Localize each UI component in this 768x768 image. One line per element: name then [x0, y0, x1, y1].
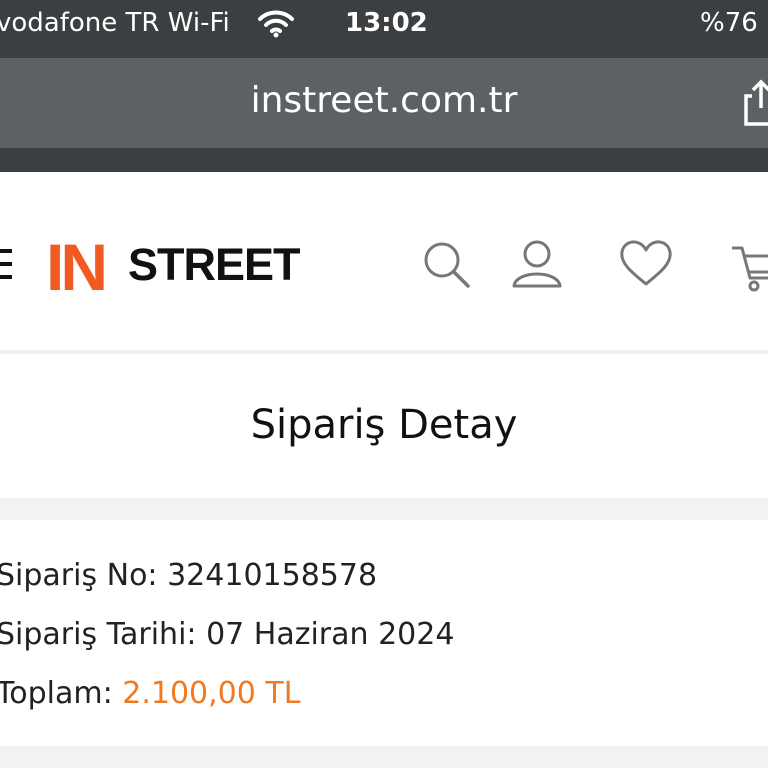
order-date-row: Sipariş Tarihi: 07 Haziran 2024 — [0, 617, 454, 652]
battery-level: %76 — [700, 8, 758, 38]
site-header: IN STREET — [0, 172, 768, 350]
order-total-row: Toplam: 2.100,00 TL — [0, 676, 300, 711]
order-number-label: Sipariş No: — [0, 558, 158, 593]
url-text[interactable]: instreet.com.tr — [0, 80, 768, 121]
logo-in[interactable]: IN — [46, 234, 108, 300]
order-summary-card: Sipariş No: 32410158578 Sipariş Tarihi: … — [0, 520, 768, 746]
user-icon[interactable] — [506, 234, 566, 294]
clock: 13:02 — [345, 8, 428, 38]
browser-divider — [0, 148, 768, 172]
status-bar: vodafone TR Wi-Fi 13:02 %76 — [0, 0, 768, 58]
order-number-row: Sipariş No: 32410158578 — [0, 558, 377, 593]
order-date-label: Sipariş Tarihi: — [0, 617, 197, 652]
wifi-icon — [258, 8, 294, 42]
logo-street[interactable]: STREET — [128, 242, 301, 287]
menu-icon[interactable] — [0, 247, 14, 287]
heart-icon[interactable] — [616, 234, 676, 294]
order-date-value: 07 Haziran 2024 — [206, 617, 455, 652]
cart-icon[interactable] — [728, 234, 768, 294]
order-total-value: 2.100,00 TL — [122, 676, 301, 711]
page-title: Sipariş Detay — [250, 402, 518, 448]
order-total-label: Toplam: — [0, 676, 113, 711]
title-band: Sipariş Detay — [0, 354, 768, 498]
carrier-label: vodafone TR Wi-Fi — [0, 8, 230, 38]
page-background-bottom — [0, 746, 768, 768]
share-icon[interactable] — [740, 78, 768, 132]
search-icon[interactable] — [420, 234, 480, 294]
browser-url-bar[interactable]: instreet.com.tr — [0, 58, 768, 148]
order-number-value: 32410158578 — [167, 558, 378, 593]
